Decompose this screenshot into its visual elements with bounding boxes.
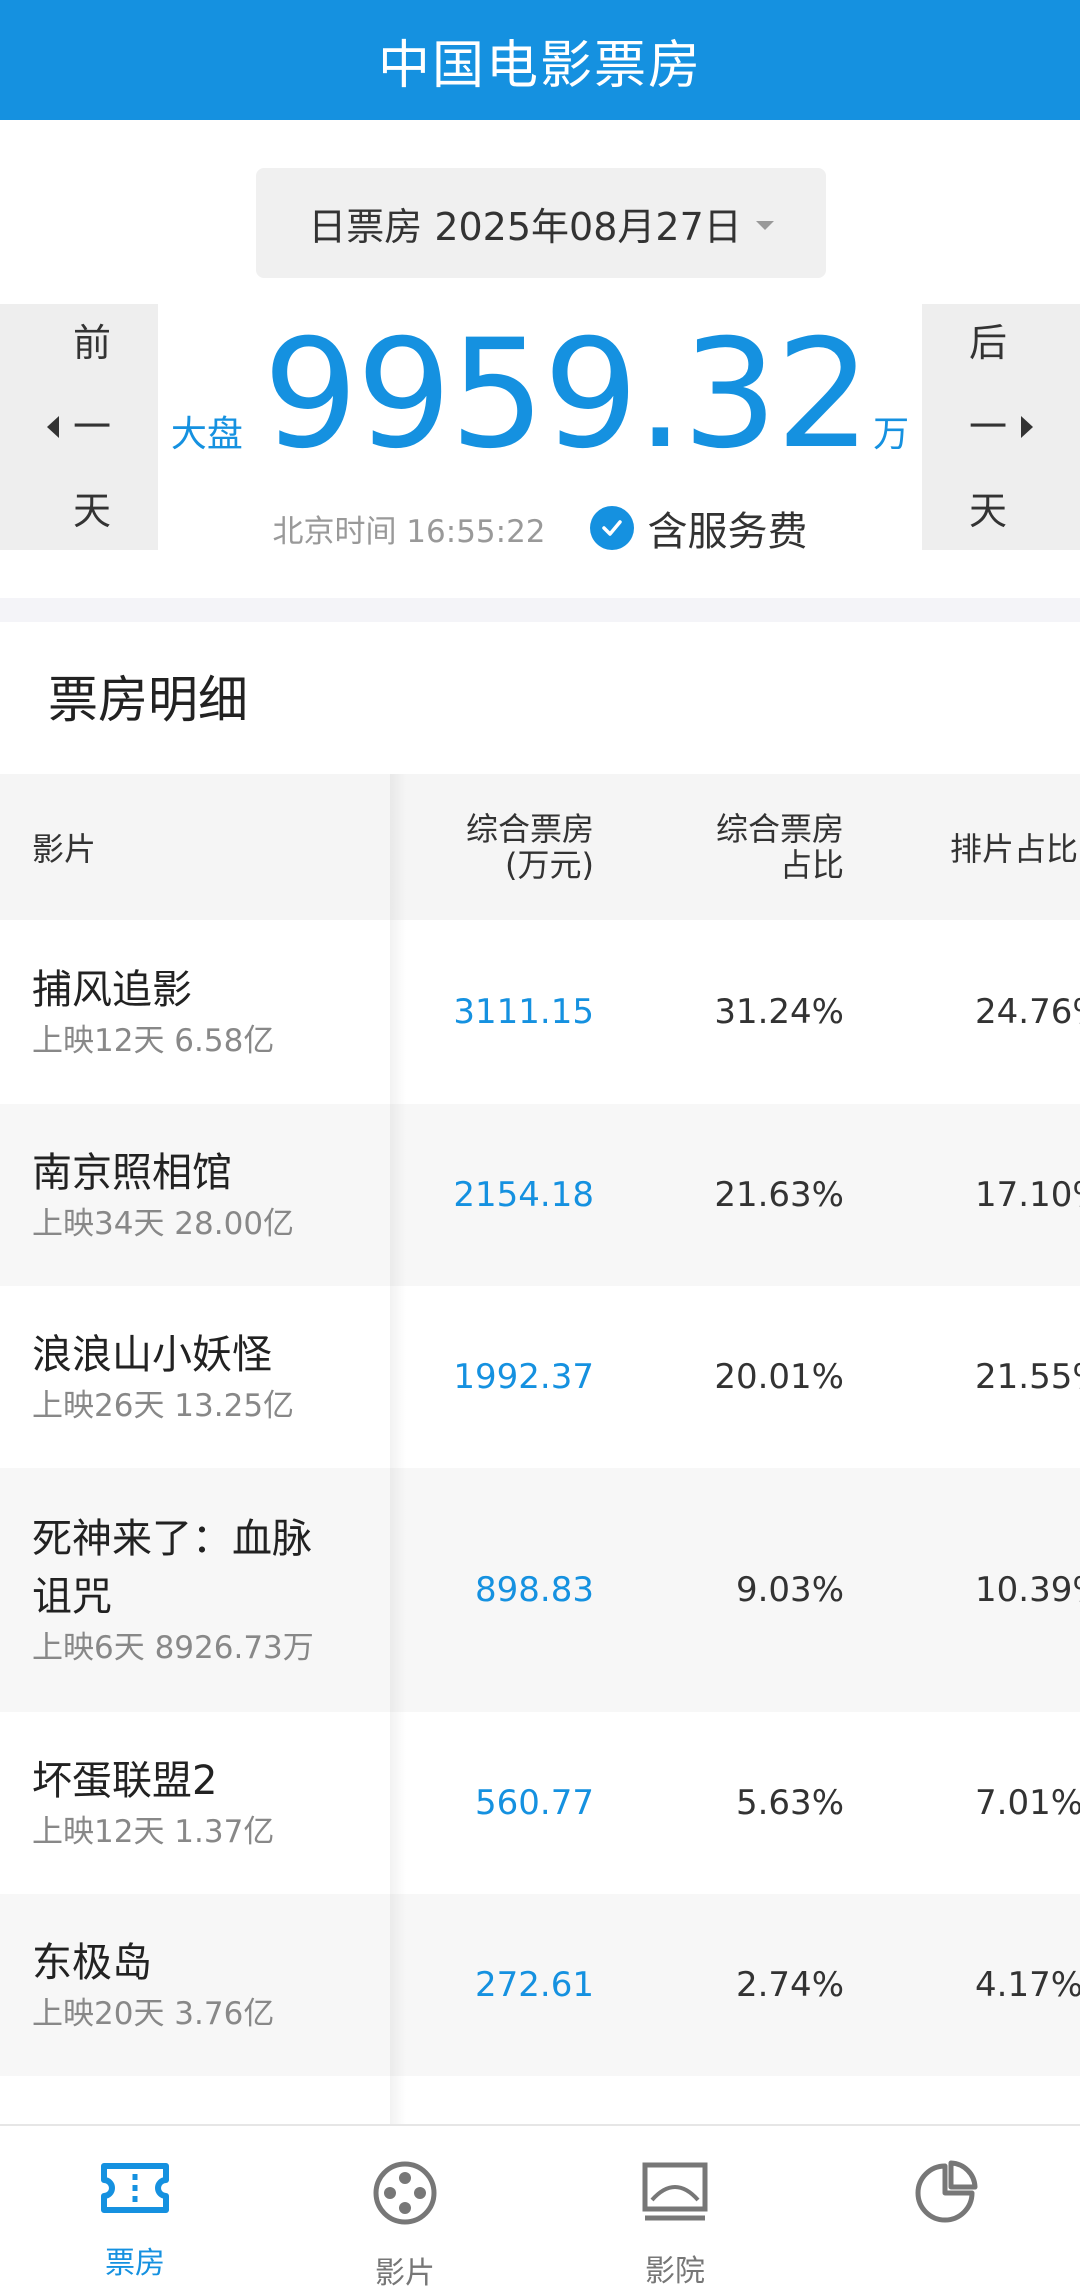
film-title: 南京照相馆 [32, 1150, 232, 1196]
film-title: 坏蛋联盟2 [32, 1758, 218, 1804]
prev-day-char: 一 [72, 405, 111, 449]
tab-box-office[interactable]: 票房 [0, 2126, 270, 2285]
box-office-value: 272.61 [475, 1965, 594, 2005]
chevron-right-icon [1021, 416, 1033, 438]
share-value: 5.63% [735, 1783, 844, 1823]
film-title: 捕风追影 [32, 967, 192, 1013]
share-value: 31.24% [714, 992, 844, 1032]
tab-label: 票房 [105, 2246, 165, 2281]
app-title: 中国电影票房 [377, 35, 702, 96]
table-header: 影片 综合票房 (万元) 综合票房 占比 排片占比 [0, 774, 1080, 920]
box-office-value: 2154.18 [453, 1175, 594, 1215]
screen-icon [640, 2160, 710, 2232]
schedule-value: 17.10% [975, 1175, 1080, 1215]
header-film[interactable]: 影片 [32, 774, 372, 920]
table-row[interactable]: 捕风追影 上映12天 6.58亿 3111.15 31.24% 24.76% [0, 920, 1080, 1104]
film-reel-icon [372, 2160, 438, 2234]
tab-cinemas[interactable]: 影院 [540, 2126, 810, 2289]
share-value: 21.63% [714, 1175, 844, 1215]
film-title: 浪浪山小妖怪 [32, 1332, 272, 1378]
header-share[interactable]: 综合票房 占比 [620, 774, 844, 920]
share-value: 20.01% [714, 1357, 844, 1397]
chevron-down-icon [755, 220, 774, 230]
pie-chart-icon [912, 2160, 978, 2234]
film-release-info: 上映20天 3.76亿 [32, 1996, 275, 2032]
chevron-left-icon [46, 416, 59, 438]
tab-films[interactable]: 影片 [270, 2126, 540, 2291]
ticket-icon [100, 2160, 170, 2224]
total-amount: 9959.32 [262, 308, 871, 482]
next-day-char: 一 [968, 405, 1007, 449]
schedule-value: 21.55% [975, 1357, 1080, 1397]
schedule-value: 4.17% [975, 1965, 1080, 2005]
share-value: 2.74% [735, 1965, 844, 2005]
total-box-office: 大盘 9959.32 万 [158, 320, 922, 470]
header-schedule[interactable]: 排片占比 [900, 774, 1080, 920]
table-row[interactable]: 东极岛 上映20天 3.76亿 272.61 2.74% 4.17% [0, 1894, 1080, 2076]
share-value: 9.03% [735, 1570, 844, 1610]
frozen-column-shadow [390, 774, 406, 2124]
box-office-table: 影片 综合票房 (万元) 综合票房 占比 排片占比 捕风追影 上映12天 6.5… [0, 774, 1080, 2076]
box-office-value: 898.83 [475, 1570, 594, 1610]
table-row[interactable]: 南京照相馆 上映34天 28.00亿 2154.18 21.63% 17.10% [0, 1104, 1080, 1286]
next-day-char: 天 [968, 489, 1007, 533]
film-title-line2: 诅咒 [32, 1574, 112, 1620]
film-release-info: 上映12天 6.58亿 [32, 1023, 275, 1059]
tab-label: 影片 [375, 2256, 435, 2291]
prev-day-char: 天 [72, 489, 111, 533]
app-header: 中国电影票房 [0, 0, 1080, 120]
prev-day-button[interactable]: 前 一 天 [0, 304, 158, 550]
box-office-value: 3111.15 [453, 992, 594, 1032]
checkmark-icon[interactable] [589, 506, 634, 550]
total-prefix: 大盘 [170, 414, 243, 455]
box-office-value: 1992.37 [453, 1357, 594, 1397]
film-title-line1: 死神来了：血脉 [32, 1516, 312, 1562]
next-day-char: 后 [968, 321, 1007, 365]
prev-day-char: 前 [72, 321, 111, 365]
film-release-info: 上映34天 28.00亿 [32, 1206, 295, 1242]
next-day-button[interactable]: 后 一 天 [922, 304, 1080, 550]
section-divider [0, 598, 1080, 622]
schedule-value: 24.76% [975, 992, 1080, 1032]
table-row[interactable]: 坏蛋联盟2 上映12天 1.37亿 560.77 5.63% 7.01% [0, 1712, 1080, 1894]
date-label: 日票房 2025年08月27日 [308, 204, 742, 249]
beijing-time: 北京时间 16:55:22 [272, 513, 546, 550]
table-row[interactable]: 死神来了：血脉 诅咒 上映6天 8926.73万 898.83 9.03% 10… [0, 1468, 1080, 1712]
film-title: 东极岛 [32, 1940, 152, 1986]
film-release-info: 上映26天 13.25亿 [32, 1388, 295, 1424]
table-row[interactable]: 浪浪山小妖怪 上映26天 13.25亿 1992.37 20.01% 21.55… [0, 1286, 1080, 1468]
box-office-value: 560.77 [475, 1783, 594, 1823]
bottom-nav: 票房 影片 影院 [0, 2124, 1080, 2291]
total-meta: 北京时间 16:55:22 含服务费 [158, 498, 922, 558]
schedule-value: 7.01% [975, 1783, 1080, 1823]
service-fee-label[interactable]: 含服务费 [648, 499, 808, 557]
section-title: 票房明细 [48, 671, 248, 729]
date-selector[interactable]: 日票房 2025年08月27日 [256, 168, 826, 278]
film-release-info: 上映6天 8926.73万 [32, 1630, 314, 1666]
tab-label: 影院 [645, 2254, 705, 2289]
schedule-value: 10.39% [975, 1570, 1080, 1610]
header-box-office[interactable]: 综合票房 (万元) [390, 774, 594, 920]
tab-stats[interactable] [810, 2126, 1080, 2285]
film-release-info: 上映12天 1.37亿 [32, 1814, 275, 1850]
total-unit: 万 [873, 414, 910, 455]
